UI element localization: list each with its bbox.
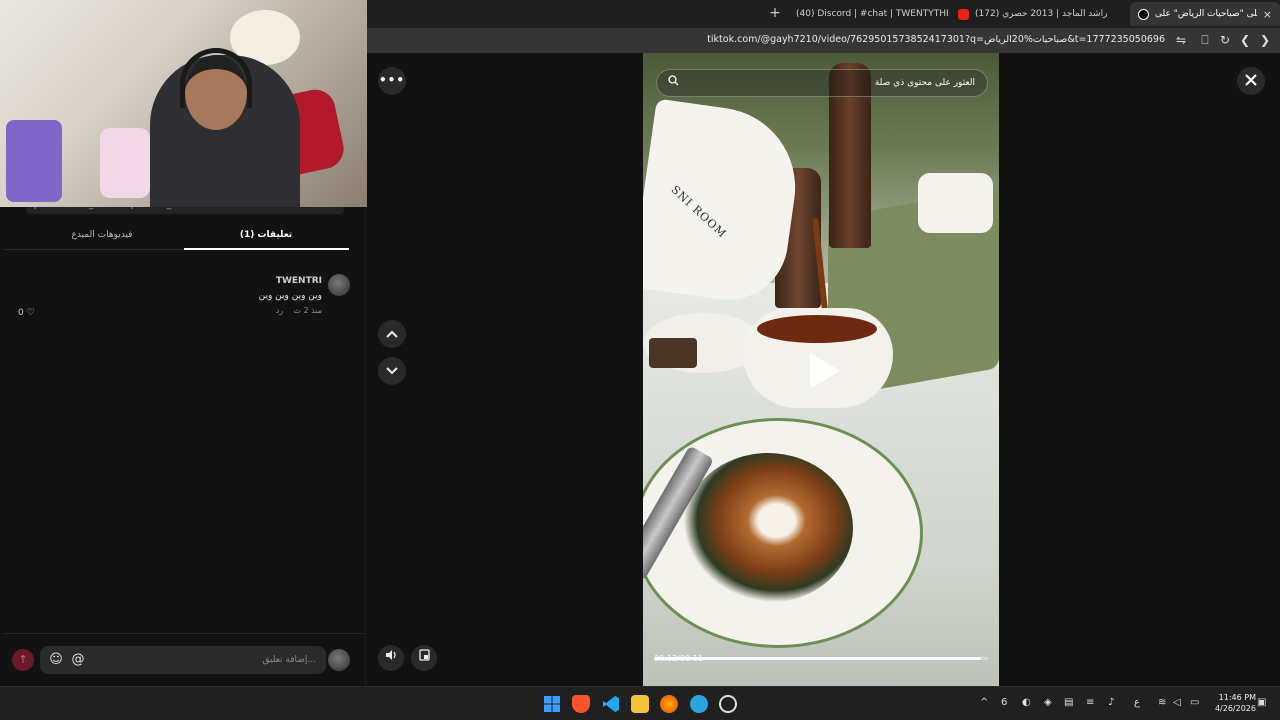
tab-creator-videos[interactable]: فيديوهات المبدع (22, 230, 182, 240)
webcam-kettle (100, 128, 150, 198)
firefox-icon[interactable] (660, 695, 678, 713)
video-brownie (649, 338, 697, 368)
video-croissant (683, 453, 853, 603)
heart-icon: ♡ (26, 308, 35, 318)
language-indicator[interactable]: ع (1134, 697, 1140, 708)
pip-button[interactable] (411, 645, 437, 671)
url-field[interactable]: tiktok.com/@gayh7210/video/7629501573852… (707, 34, 1165, 45)
comments-tabs: (1) تعليقات فيديوهات المبدع (4, 225, 349, 251)
site-settings-icon[interactable]: ⇋ (1174, 33, 1188, 47)
close-button[interactable] (1237, 67, 1265, 95)
comment-input-box: ☺ @ (40, 646, 326, 674)
screen: انشر على "صباحيات الرياض" على × (172) غر… (0, 0, 1280, 720)
active-tab-indicator (184, 248, 349, 250)
comment-meta: منذ 2 ث رد (276, 306, 322, 315)
volume-button[interactable] (378, 645, 404, 671)
comment-text: وين وين وين وين (258, 291, 322, 301)
new-tab-button[interactable]: + (768, 5, 782, 21)
microphone-icon[interactable]: ♪ (1108, 697, 1114, 708)
video-progress-bar[interactable] (654, 657, 988, 660)
chevron-down-icon (386, 367, 398, 375)
tab-title: (40) Discord | #chat | TWENTYTHREE (796, 9, 948, 19)
close-tab-icon[interactable]: × (1263, 8, 1272, 21)
clock-date: 4/26/2026 (1214, 704, 1256, 713)
comment-username[interactable]: TWENTRI (276, 276, 322, 286)
tab-title: (172) غروه - راشد الماجد | 2013 حصري (975, 9, 1110, 19)
next-video-button[interactable] (378, 357, 406, 385)
close-icon (1245, 74, 1257, 86)
wifi-icon[interactable]: ≋ (1158, 697, 1166, 708)
tiktok-icon (1138, 8, 1149, 20)
notification-icon[interactable]: ▣ (1257, 697, 1266, 708)
tab-youtube[interactable]: (172) غروه - راشد الماجد | 2013 حصري (950, 2, 1110, 26)
reply-button[interactable]: رد (276, 306, 283, 315)
volume-tray-icon[interactable]: ◁ (1173, 697, 1181, 708)
comment-time: منذ 2 ث (293, 306, 322, 315)
brave-icon[interactable] (572, 695, 590, 713)
taskbar: ^ 6 ◐ ◈ ▤ ≡ ♪ ع ≋ ◁ ▭ 11:46 PM 4/26/2026… (0, 686, 1280, 720)
webcam-overlay (0, 0, 367, 207)
vscode-icon[interactable] (602, 695, 620, 713)
tab-comments[interactable]: (1) تعليقات (186, 230, 346, 240)
comment-item: TWENTRI وين وين وين وين منذ 2 ث رد 0 ♡ (10, 271, 350, 321)
tab-tiktok[interactable]: انشر على "صباحيات الرياض" على × (1130, 2, 1280, 26)
tray-number[interactable]: 6 (1001, 697, 1007, 708)
reload-icon[interactable]: ↻ (1218, 33, 1232, 47)
my-avatar (328, 649, 350, 671)
chevron-up-icon (386, 330, 398, 338)
nvidia-icon[interactable]: ▤ (1064, 697, 1073, 708)
file-explorer-icon[interactable] (631, 695, 649, 713)
smiley-icon[interactable]: ☺ (48, 652, 64, 668)
defender-icon[interactable]: ◈ (1044, 697, 1052, 708)
comment-input[interactable] (106, 652, 316, 668)
search-icon[interactable] (665, 75, 681, 91)
at-icon[interactable]: @ (70, 652, 86, 668)
webcam-cups (6, 120, 62, 202)
video-player[interactable]: SNI ROOM 00:12/00:11 (643, 53, 999, 686)
more-options-button[interactable]: ••• (378, 67, 406, 95)
volume-icon (386, 650, 396, 660)
settings-tray-icon[interactable]: ≡ (1086, 697, 1094, 708)
related-search-bar (656, 69, 988, 97)
avatar[interactable] (328, 274, 350, 296)
video-tissue (918, 173, 993, 233)
tab-discord[interactable]: (40) Discord | #chat | TWENTYTHREE (788, 2, 948, 26)
chevron-up-tray-icon[interactable]: ^ (980, 697, 988, 708)
tab-title: انشر على "صباحيات الرياض" على (1155, 9, 1257, 19)
forward-icon[interactable]: ❮ (1238, 33, 1252, 47)
send-button[interactable]: ↑ (12, 649, 34, 671)
youtube-icon (958, 8, 969, 20)
tray-app-icon[interactable]: ◐ (1022, 697, 1031, 708)
obs-icon[interactable] (719, 695, 737, 713)
bookmark-icon[interactable]: ⎕ (1198, 33, 1212, 47)
battery-icon[interactable]: ▭ (1190, 697, 1199, 708)
comment-input-bar: ↑ ☺ @ (4, 633, 364, 677)
clock-time: 11:46 PM (1218, 693, 1256, 702)
previous-video-button[interactable] (378, 320, 406, 348)
like-button[interactable]: 0 ♡ (18, 308, 35, 318)
windows-start-icon[interactable] (543, 695, 561, 713)
back-icon[interactable]: ❯ (1258, 33, 1272, 47)
telegram-icon[interactable] (690, 695, 708, 713)
video-progress-fill (654, 657, 982, 660)
clock[interactable]: 11:46 PM 4/26/2026 (1204, 692, 1256, 714)
play-icon[interactable] (806, 351, 842, 391)
related-search-input[interactable] (695, 75, 975, 91)
teapot-text: SNI ROOM (668, 183, 730, 241)
like-count: 0 (18, 308, 24, 318)
pip-icon (418, 649, 430, 661)
video-tea (757, 315, 877, 343)
